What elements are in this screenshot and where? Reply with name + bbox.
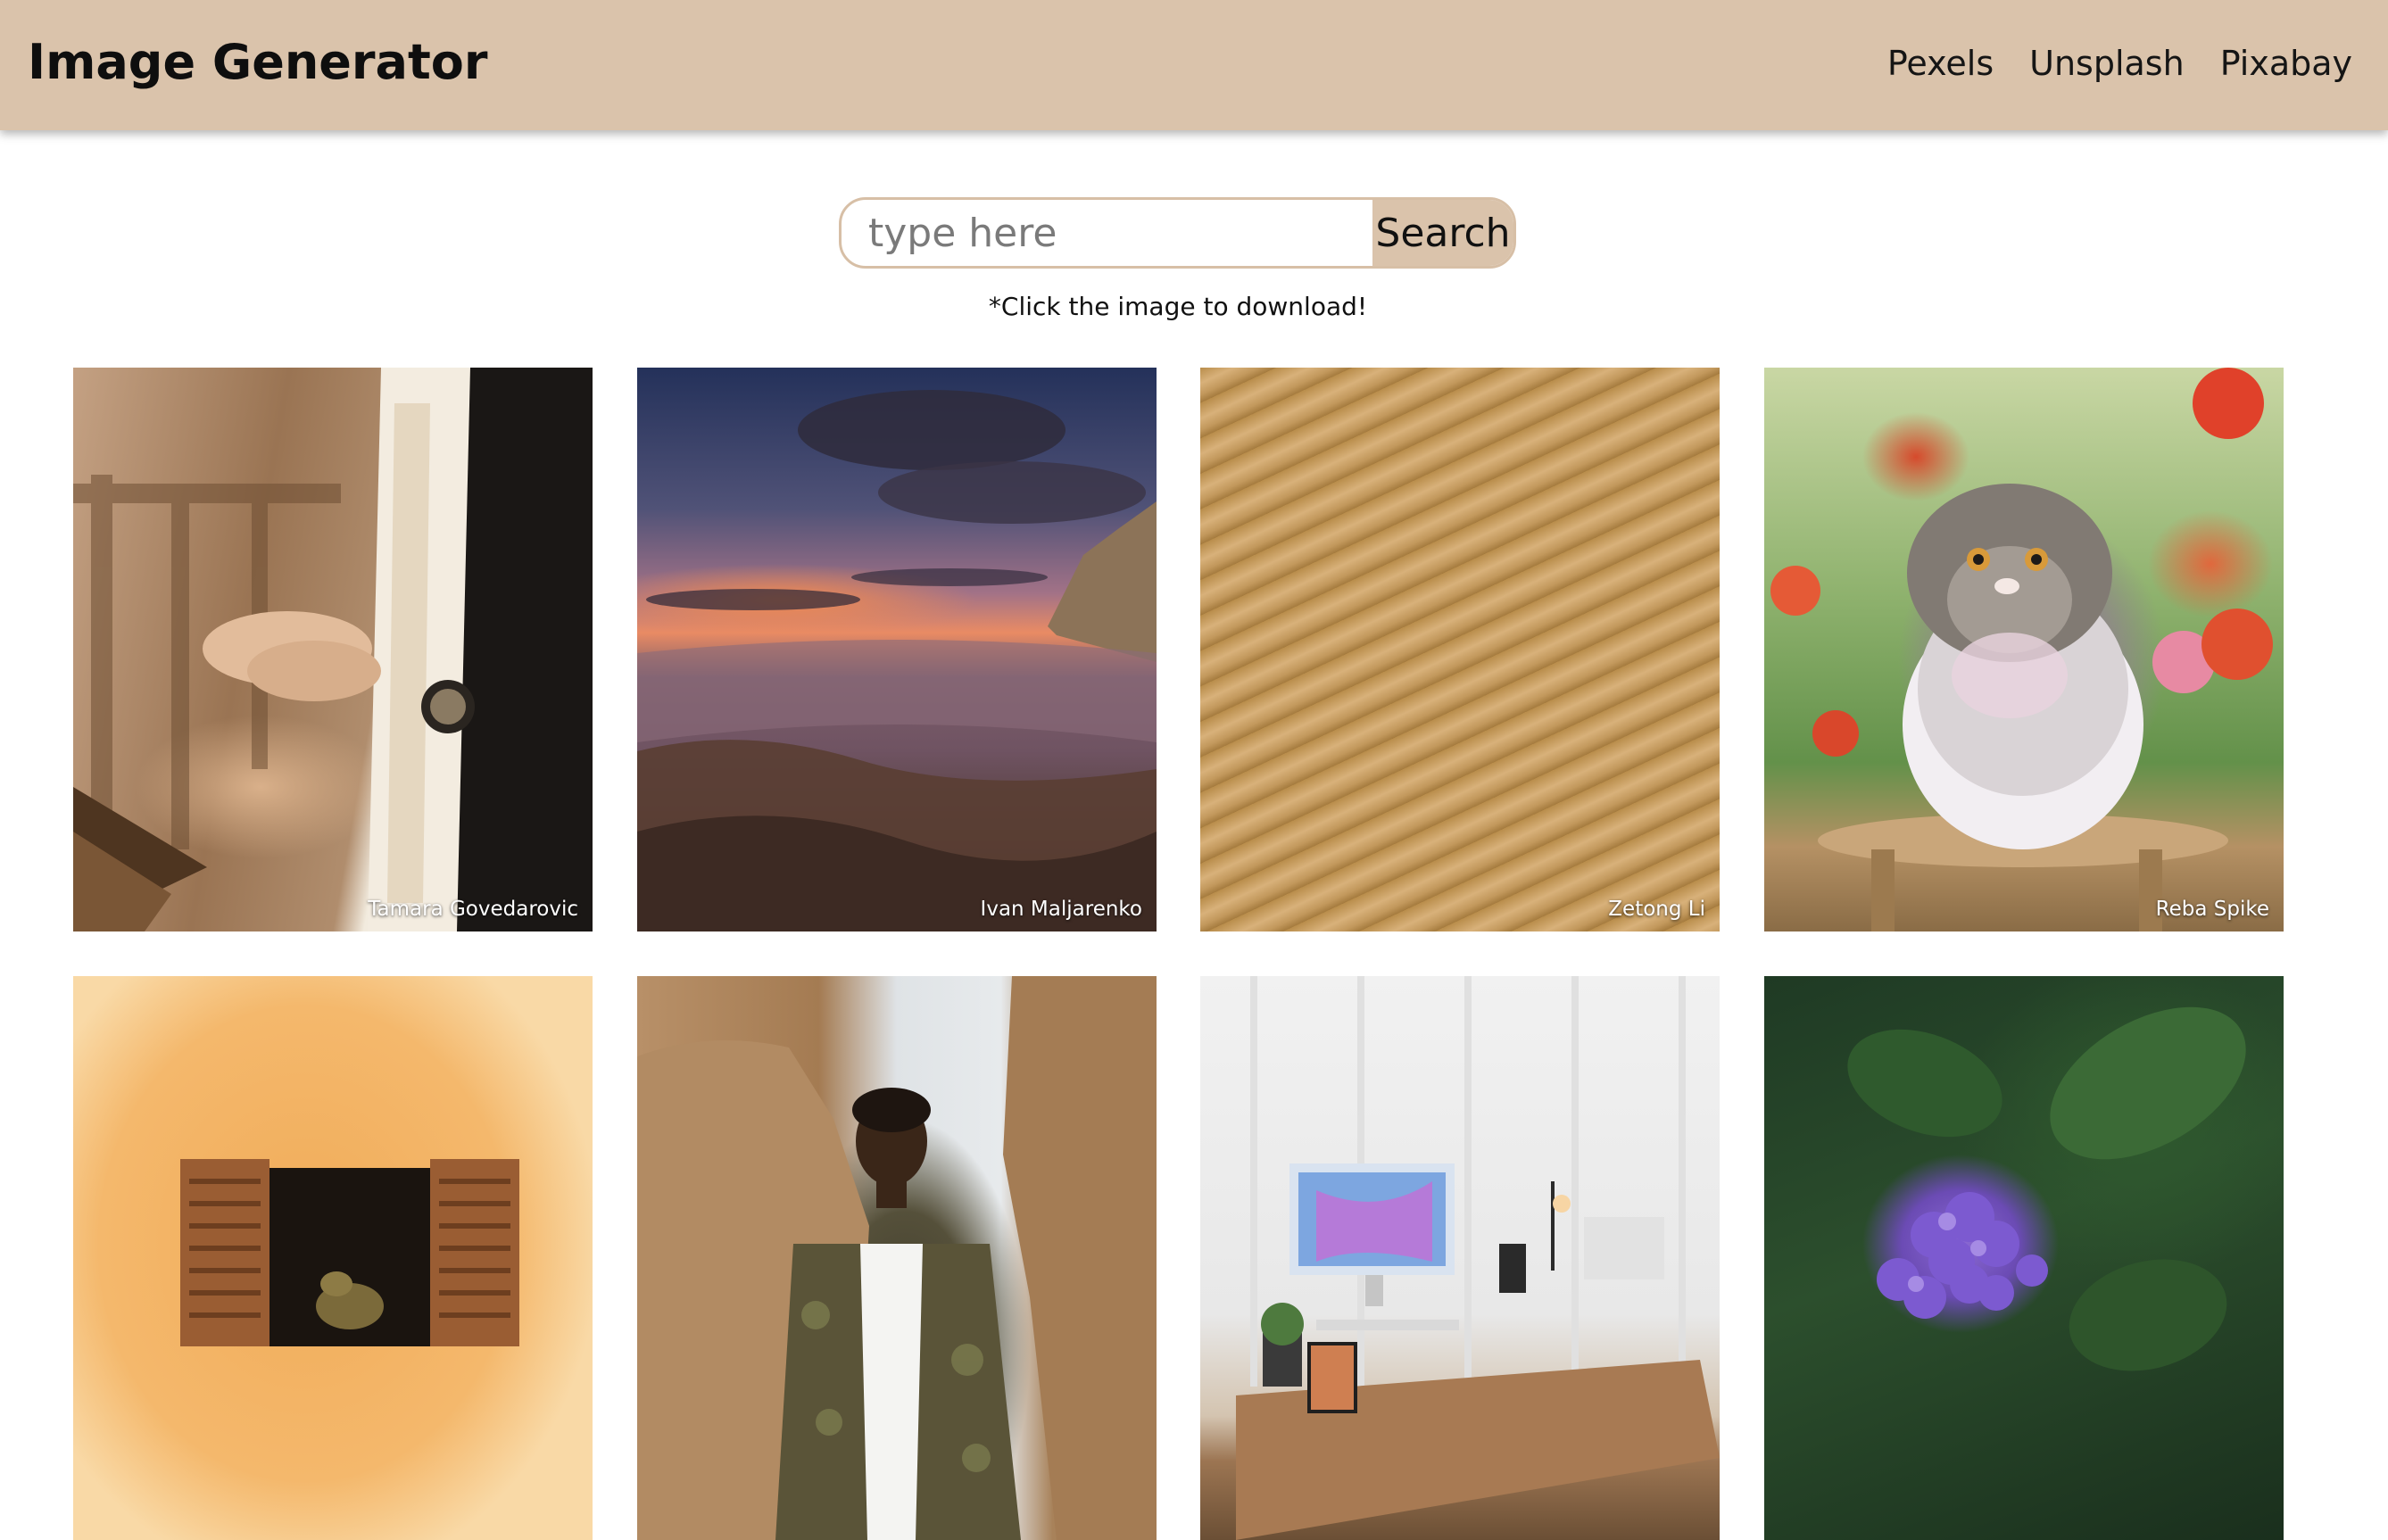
man-rocky-coast-illustration [637, 976, 1157, 1540]
coastal-sunset-illustration [637, 390, 1157, 931]
download-hint: *Click the image to download! [988, 292, 1368, 321]
image-tile-coastal-sunset[interactable]: Ivan Maljarenko [637, 368, 1157, 931]
desk-setup-illustration [1236, 976, 1720, 1540]
image-tile-orange-wall-window[interactable] [73, 976, 593, 1540]
nav-link-unsplash[interactable]: Unsplash [2029, 36, 2185, 91]
photo-credit: Tamara Govedarovic [368, 898, 578, 921]
photo-priest-hands [73, 368, 593, 931]
image-tile-desk-setup[interactable] [1200, 976, 1720, 1540]
photo-man-rocky-coast [637, 976, 1157, 1540]
orange-wall-window-illustration [180, 1159, 519, 1346]
photo-desk-setup [1200, 976, 1720, 1540]
photo-persian-cat [1764, 368, 2284, 931]
app-header: Image Generator Pexels Unsplash Pixabay [0, 0, 2388, 130]
photo-lilac-flower [1764, 976, 2284, 1540]
photo-credit: Reba Spike [2155, 898, 2269, 921]
search-bar: Search [839, 197, 1516, 269]
lilac-flower-illustration [1847, 1006, 2246, 1371]
search-input[interactable] [842, 200, 1372, 266]
nav-link-pixabay[interactable]: Pixabay [2220, 36, 2352, 91]
priest-hands-illustration [73, 368, 593, 931]
image-tile-priest-hands[interactable]: Tamara Govedarovic [73, 368, 593, 931]
photo-credit: Ivan Maljarenko [980, 898, 1142, 921]
photo-orange-wall-window [73, 976, 593, 1540]
app-title: Image Generator [28, 34, 488, 90]
image-tile-man-rocky-coast[interactable] [637, 976, 1157, 1540]
persian-cat-illustration [1770, 368, 2273, 931]
search-button[interactable]: Search [1372, 200, 1513, 266]
image-tile-lilac-flower[interactable] [1764, 976, 2284, 1540]
photo-sand-dunes [1200, 368, 1720, 931]
image-tile-sand-dunes[interactable]: Zetong Li [1200, 368, 1720, 931]
image-tile-persian-cat[interactable]: Reba Spike [1764, 368, 2284, 931]
source-nav: Pexels Unsplash Pixabay [1887, 36, 2352, 91]
nav-link-pexels[interactable]: Pexels [1887, 36, 1994, 91]
photo-credit: Zetong Li [1608, 898, 1705, 921]
photo-coastal-sunset [637, 368, 1157, 931]
